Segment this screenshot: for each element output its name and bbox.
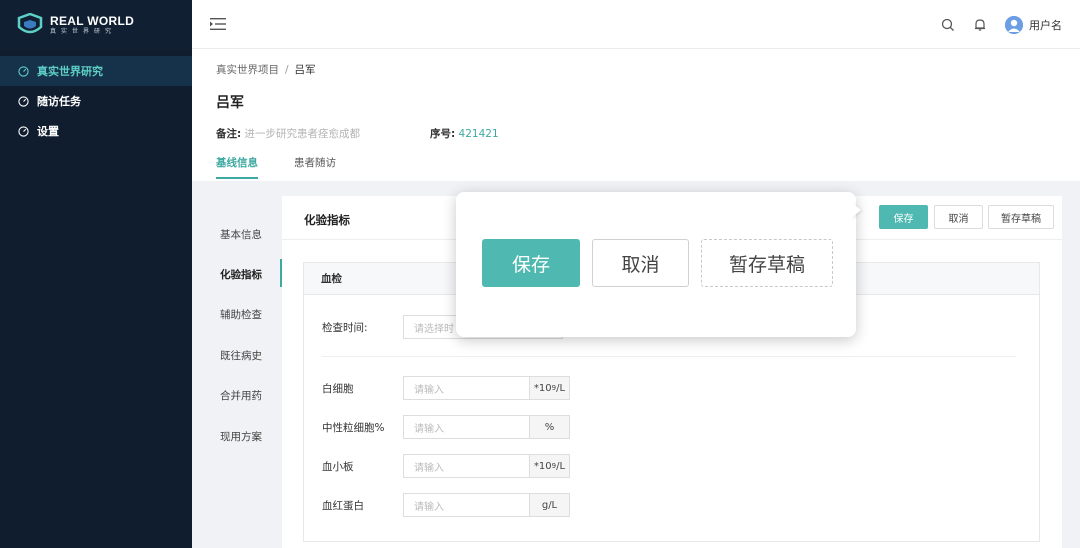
button-zoom-callout: 保存 取消 暂存草稿 xyxy=(456,192,856,337)
callout-save-button[interactable]: 保存 xyxy=(482,239,580,287)
tab-patient-followup[interactable]: 患者随访 xyxy=(294,155,336,179)
menu-fold-icon[interactable] xyxy=(210,17,226,31)
username[interactable]: 用户名 xyxy=(1029,17,1062,33)
sidebar-item-label: 设置 xyxy=(37,125,59,138)
logo[interactable]: REAL WORLD 真实世界研究 xyxy=(0,0,192,50)
field-label: 白细胞 xyxy=(322,382,354,395)
gauge-icon xyxy=(18,125,29,137)
section-medical-history[interactable]: 既往病史 xyxy=(220,348,262,363)
unit-addon: g/L xyxy=(530,493,570,517)
hemoglobin-input[interactable]: 请输入 xyxy=(403,493,530,517)
tab-bar: 基线信息 患者随访 xyxy=(216,155,372,179)
section-concomitant-meds[interactable]: 合并用药 xyxy=(220,388,262,403)
page-title: 吕军 xyxy=(216,95,244,111)
sidebar: REAL WORLD 真实世界研究 真实世界研究 随访任务 设置 xyxy=(0,0,192,548)
card-title: 化验指标 xyxy=(304,213,350,227)
unit-addon: *10 9/L xyxy=(530,454,570,478)
sidebar-item-settings[interactable]: 设置 xyxy=(0,116,192,146)
field-row-platelet: 血小板 请输入 *10 9/L xyxy=(322,454,570,478)
serial-label: 序号: xyxy=(430,128,456,140)
note-label: 备注: xyxy=(216,128,242,140)
field-row-wbc: 白细胞 请输入 *10 9/L xyxy=(322,376,570,400)
section-current-plan[interactable]: 现用方案 xyxy=(220,429,262,444)
field-label: 血红蛋白 xyxy=(322,499,364,512)
callout-save-draft-button[interactable]: 暂存草稿 xyxy=(701,239,833,287)
platelet-input[interactable]: 请输入 xyxy=(403,454,530,478)
breadcrumb-item-current: 吕军 xyxy=(294,64,316,76)
avatar[interactable] xyxy=(1005,15,1023,34)
gauge-icon xyxy=(18,65,29,77)
field-row-hemoglobin: 血红蛋白 请输入 g/L xyxy=(322,493,570,517)
callout-pointer xyxy=(851,202,861,218)
unit-addon: *10 9/L xyxy=(530,376,570,400)
section-basic-info[interactable]: 基本信息 xyxy=(220,227,262,242)
wbc-input[interactable]: 请输入 xyxy=(403,376,530,400)
field-label: 血小板 xyxy=(322,460,354,473)
sidebar-item-label: 真实世界研究 xyxy=(37,65,103,78)
cancel-button[interactable]: 取消 xyxy=(934,205,983,229)
neutrophil-input[interactable]: 请输入 xyxy=(403,415,530,439)
tab-baseline-info[interactable]: 基线信息 xyxy=(216,155,258,179)
search-icon[interactable] xyxy=(941,18,955,32)
breadcrumb: 真实世界项目 / 吕军 xyxy=(216,62,316,77)
save-button[interactable]: 保存 xyxy=(879,205,928,229)
page-header: 真实世界项目 / 吕军 吕军 备注: 进一步研究患者痊愈成都 序号: 421421 … xyxy=(192,49,1080,181)
sidebar-nav: 真实世界研究 随访任务 设置 xyxy=(0,56,192,146)
note-value: 进一步研究患者痊愈成都 xyxy=(244,128,361,140)
gauge-icon xyxy=(18,95,29,107)
save-draft-button[interactable]: 暂存草稿 xyxy=(988,205,1054,229)
callout-cancel-button[interactable]: 取消 xyxy=(592,239,689,287)
exam-time-label: 检查时间: xyxy=(322,321,368,334)
field-row-neutrophil: 中性粒细胞% 请输入 % xyxy=(322,415,570,439)
top-header: 用户名 xyxy=(192,0,1080,49)
section-lab-indicators[interactable]: 化验指标 xyxy=(220,267,262,282)
form-divider xyxy=(322,356,1016,357)
section-auxiliary-exam[interactable]: 辅助检查 xyxy=(220,307,262,322)
sidebar-item-real-world-research[interactable]: 真实世界研究 xyxy=(0,56,192,86)
user-avatar-icon xyxy=(1005,15,1023,34)
breadcrumb-separator: / xyxy=(285,64,289,76)
serial-value: 421421 xyxy=(458,128,499,140)
logo-mark-icon xyxy=(17,13,43,34)
sidebar-item-followup-tasks[interactable]: 随访任务 xyxy=(0,86,192,116)
serial-meta: 序号: 421421 xyxy=(430,126,499,141)
logo-subtitle: 真实世界研究 xyxy=(50,27,117,35)
logo-title: REAL WORLD xyxy=(50,13,135,28)
field-label: 中性粒细胞% xyxy=(322,421,385,434)
bell-icon[interactable] xyxy=(973,18,987,32)
note-meta: 备注: 进一步研究患者痊愈成都 xyxy=(216,126,360,141)
breadcrumb-item-project[interactable]: 真实世界项目 xyxy=(216,64,279,76)
unit-addon: % xyxy=(530,415,570,439)
section-nav: 基本信息 化验指标 辅助检查 既往病史 合并用药 现用方案 xyxy=(192,181,282,548)
sidebar-item-label: 随访任务 xyxy=(37,95,81,108)
